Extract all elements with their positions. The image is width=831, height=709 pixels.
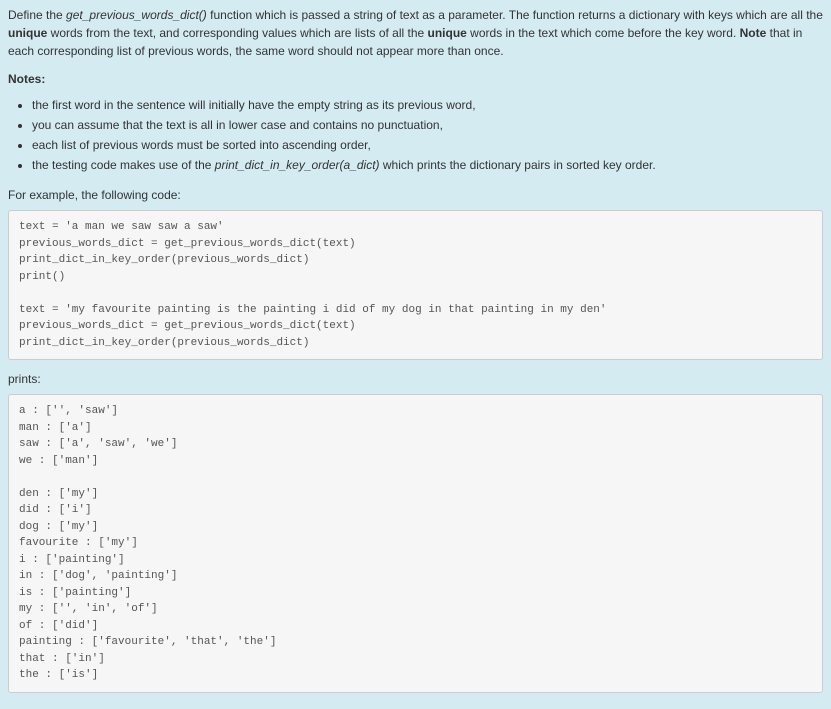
intro-bold-note: Note xyxy=(740,26,767,40)
intro-text-mid1: function which is passed a string of tex… xyxy=(207,8,823,22)
code-block-example: text = 'a man we saw saw a saw' previous… xyxy=(8,210,823,360)
prints-label: prints: xyxy=(8,370,823,388)
notes-heading-colon: : xyxy=(41,72,45,86)
example-label: For example, the following code: xyxy=(8,186,823,204)
note-item: the testing code makes use of the print_… xyxy=(32,156,823,174)
intro-fn-name: get_previous_words_dict() xyxy=(66,8,207,22)
note-item: the first word in the sentence will init… xyxy=(32,96,823,114)
note-item: each list of previous words must be sort… xyxy=(32,136,823,154)
note4-suffix: which prints the dictionary pairs in sor… xyxy=(380,158,656,172)
intro-text-mid2: words from the text, and corresponding v… xyxy=(47,26,427,40)
intro-bold-unique1: unique xyxy=(8,26,47,40)
note4-prefix: the testing code makes use of the xyxy=(32,158,215,172)
notes-heading: Notes: xyxy=(8,70,823,88)
note4-fn: print_dict_in_key_order(a_dict) xyxy=(215,158,380,172)
notes-list: the first word in the sentence will init… xyxy=(32,96,823,174)
notes-heading-text: Notes xyxy=(8,72,41,86)
intro-bold-unique2: unique xyxy=(428,26,467,40)
intro-text-prefix: Define the xyxy=(8,8,66,22)
note-item: you can assume that the text is all in l… xyxy=(32,116,823,134)
intro-paragraph: Define the get_previous_words_dict() fun… xyxy=(8,6,823,60)
intro-text-mid3: words in the text which come before the … xyxy=(467,26,740,40)
code-block-output: a : ['', 'saw'] man : ['a'] saw : ['a', … xyxy=(8,394,823,693)
